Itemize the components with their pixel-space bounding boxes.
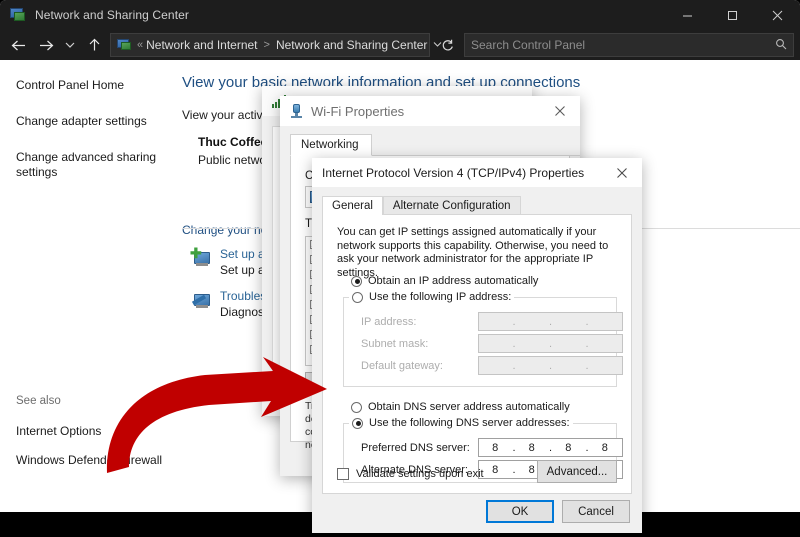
ip-address-label: IP address: [361, 316, 416, 328]
radio-label: Obtain DNS server address automatically [368, 401, 570, 413]
tab-networking[interactable]: Networking [290, 134, 372, 156]
validate-settings-checkbox-row[interactable]: Validate settings upon exit [337, 468, 484, 480]
default-gateway-label: Default gateway: [361, 360, 443, 372]
radio-indicator[interactable] [351, 402, 362, 413]
breadcrumb-item-network-and-sharing-center[interactable]: Network and Sharing Center [276, 38, 427, 52]
radio-indicator[interactable] [351, 276, 362, 287]
close-button[interactable] [755, 0, 800, 30]
tab-general[interactable]: General [322, 196, 383, 215]
ipv4-title-bar: Internet Protocol Version 4 (TCP/IPv4) P… [312, 158, 642, 187]
see-also-item-windows-defender-firewall[interactable]: Windows Defender Firewall [16, 453, 162, 467]
dns-octet: 8 [479, 442, 512, 454]
radio-use-following-ip[interactable]: Use the following IP address: [349, 291, 514, 303]
refresh-icon[interactable] [434, 32, 460, 58]
validate-settings-checkbox[interactable] [337, 468, 349, 480]
dns-octet: 8 [479, 464, 512, 476]
radio-indicator[interactable] [352, 292, 363, 303]
wifi-properties-close-icon[interactable] [540, 96, 580, 126]
search-placeholder: Search Control Panel [471, 38, 775, 52]
breadcrumb-item-network-and-internet[interactable]: Network and Internet [146, 38, 257, 52]
tab-alternate-configuration[interactable]: Alternate Configuration [383, 196, 521, 215]
ipv4-description: You can get IP settings assigned automat… [323, 215, 631, 280]
network-adapter-icon [290, 104, 303, 119]
network-icon [10, 7, 26, 23]
radio-obtain-dns-automatically[interactable]: Obtain DNS server address automatically [351, 401, 570, 413]
see-also-title: See also [16, 395, 162, 407]
window-title: Network and Sharing Center [35, 8, 189, 22]
task-link[interactable]: Set up a [220, 247, 265, 261]
breadcrumb-separator: > [264, 39, 270, 51]
task-desc: Set up a [220, 263, 265, 277]
ipv4-footer: OK Cancel [486, 500, 630, 523]
default-gateway-input[interactable]: ... [478, 356, 623, 375]
advanced-button[interactable]: Advanced... [537, 460, 617, 483]
maximize-button[interactable] [710, 0, 755, 30]
wifi-properties-title-bar: Wi-Fi Properties [280, 96, 580, 126]
dns-octet: 8 [516, 442, 549, 454]
preferred-dns-label: Preferred DNS server: [361, 442, 470, 454]
radio-use-following-dns[interactable]: Use the following DNS server addresses: [349, 417, 573, 429]
window-controls [665, 0, 800, 30]
back-arrow-icon[interactable] [4, 32, 32, 58]
radio-label: Obtain an IP address automatically [368, 275, 538, 287]
navigation-bar: « Network and Internet > Network and Sha… [0, 30, 800, 60]
sidebar-item-change-adapter-settings[interactable]: Change adapter settings [16, 114, 166, 129]
ipv4-properties-dialog: Internet Protocol Version 4 (TCP/IPv4) P… [312, 158, 642, 533]
control-panel-icon [117, 38, 132, 52]
title-bar: Network and Sharing Center [0, 0, 800, 30]
setup-connection-icon: ✚ [190, 247, 214, 269]
preferred-dns-input[interactable]: 8. 8. 8. 8 [478, 438, 623, 457]
address-bar[interactable]: « Network and Internet > Network and Sha… [110, 33, 430, 57]
wifi-properties-tabstrip: Networking [290, 134, 580, 156]
ok-button[interactable]: OK [486, 500, 554, 523]
up-arrow-icon[interactable] [80, 32, 108, 58]
ipv4-close-icon[interactable] [602, 158, 642, 188]
sidebar-item-control-panel-home[interactable]: Control Panel Home [16, 78, 166, 93]
validate-settings-label: Validate settings upon exit [356, 468, 484, 480]
dns-octet: 8 [552, 442, 585, 454]
ipv4-tabstrip: General Alternate Configuration [322, 194, 642, 215]
radio-obtain-ip-automatically[interactable]: Obtain an IP address automatically [351, 275, 538, 287]
cancel-button[interactable]: Cancel [562, 500, 630, 523]
ip-address-input[interactable]: ... [478, 312, 623, 331]
troubleshoot-icon [190, 289, 214, 311]
radio-label: Use the following DNS server addresses: [369, 417, 570, 429]
radio-label: Use the following IP address: [369, 291, 511, 303]
subnet-mask-label: Subnet mask: [361, 338, 428, 350]
breadcrumb-prefix: « [137, 39, 143, 51]
dns-octet: 8 [589, 442, 622, 454]
forward-arrow-icon[interactable] [32, 32, 60, 58]
minimize-button[interactable] [665, 0, 710, 30]
radio-indicator[interactable] [352, 418, 363, 429]
search-input[interactable]: Search Control Panel [464, 33, 794, 57]
ipv4-general-panel: You can get IP settings assigned automat… [322, 214, 632, 494]
recent-locations-chevron-down-icon[interactable] [60, 32, 80, 58]
see-also-section: See also Internet Options Windows Defend… [16, 395, 162, 482]
wifi-properties-title: Wi-Fi Properties [311, 104, 404, 119]
subnet-mask-input[interactable]: ... [478, 334, 623, 353]
search-icon[interactable] [775, 38, 787, 53]
see-also-item-internet-options[interactable]: Internet Options [16, 424, 162, 438]
sidebar: Control Panel Home Change adapter settin… [0, 60, 176, 512]
sidebar-item-change-advanced-sharing-settings[interactable]: Change advanced sharing settings [16, 150, 166, 180]
ipv4-dialog-title: Internet Protocol Version 4 (TCP/IPv4) P… [322, 166, 584, 180]
